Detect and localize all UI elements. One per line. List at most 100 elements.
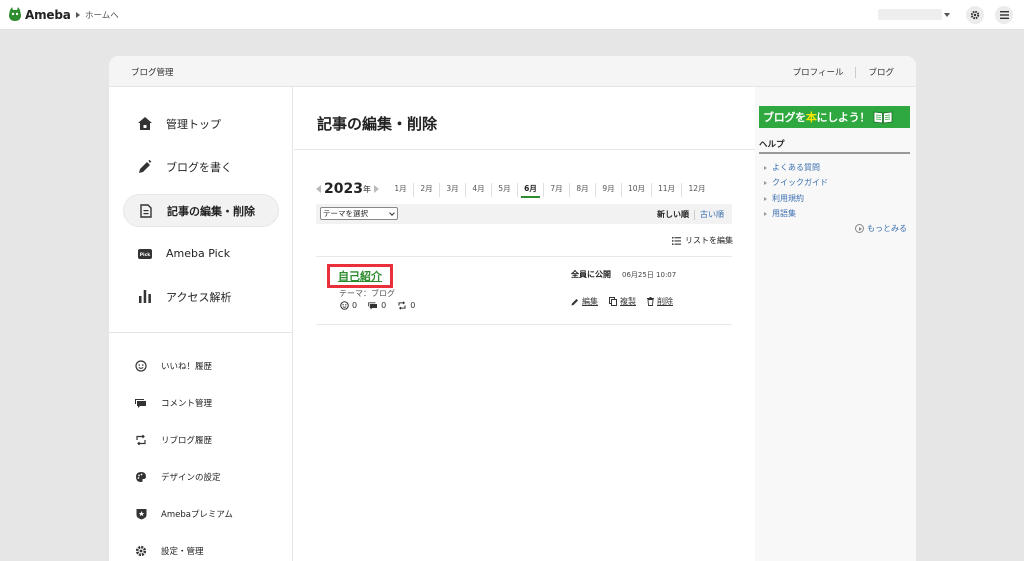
help-link-label: クイックガイド <box>772 178 828 187</box>
month-tab[interactable]: 8月 <box>570 183 596 197</box>
divider <box>109 332 293 333</box>
help-link-glossary[interactable]: 用語集 <box>764 208 796 219</box>
logo-text: Ameba <box>25 7 71 22</box>
settings-button[interactable] <box>966 6 984 24</box>
help-link-terms[interactable]: 利用規約 <box>764 193 804 204</box>
more-link-label: もっとみる <box>867 224 907 233</box>
edit-button[interactable]: 編集 <box>571 296 598 307</box>
main-content: 記事の編集・削除 2023 年 1月 2月 3月 4月 5月 6月 7月 8月 … <box>294 87 755 561</box>
month-tab[interactable]: 3月 <box>440 183 466 197</box>
chevron-down-icon <box>389 210 395 216</box>
sidebar-item-label: 記事の編集・削除 <box>167 204 255 218</box>
month-tab[interactable]: 1月 <box>388 183 414 197</box>
month-tab[interactable]: 9月 <box>596 183 622 197</box>
sidebar-item-access-analytics[interactable]: アクセス解析 <box>123 280 279 313</box>
comment-icon <box>368 301 378 310</box>
sort-oldest[interactable]: 古い順 <box>700 209 724 220</box>
month-tab[interactable]: 5月 <box>492 183 518 197</box>
sidebar-item-edit-articles[interactable]: 記事の編集・削除 <box>123 194 279 227</box>
reblog-count: 0 <box>397 301 415 310</box>
pen-icon <box>138 159 152 174</box>
sidebar-item-label: Ameba Pick <box>166 247 231 260</box>
divider <box>316 256 732 257</box>
help-link-faq[interactable]: よくある質問 <box>764 162 820 173</box>
month-tab[interactable]: 10月 <box>622 183 652 197</box>
prev-year-icon[interactable] <box>316 185 321 193</box>
home-link[interactable]: ホームへ <box>76 9 119 21</box>
reblog-icon <box>397 301 407 310</box>
next-year-icon[interactable] <box>373 185 379 193</box>
top-bar: Ameba ホームへ <box>0 0 1024 30</box>
sidebar-item-comment-management[interactable]: コメント管理 <box>135 393 212 413</box>
edit-list-label: リストを編集 <box>685 236 733 245</box>
sort-newest[interactable]: 新しい順 <box>657 209 689 220</box>
sidebar: 管理トップ ブログを書く 記事の編集・削除 Pick Ameba Pick アク… <box>109 87 293 561</box>
copy-label: 複製 <box>620 297 636 306</box>
article-stats: 0 0 0 <box>340 301 426 310</box>
trash-icon <box>647 297 654 306</box>
book-promo-banner[interactable]: ブログを本にしよう！ <box>759 106 910 128</box>
triangle-right-icon <box>764 196 767 201</box>
sidebar-item-write-blog[interactable]: ブログを書く <box>123 150 279 183</box>
article-title-link[interactable]: 自己紹介 <box>338 268 382 284</box>
sidebar-item-admin-top[interactable]: 管理トップ <box>123 107 279 140</box>
copy-button[interactable]: 複製 <box>609 296 636 307</box>
help-heading: ヘルプ <box>759 140 785 150</box>
premium-shield-icon <box>135 508 147 520</box>
sidebar-item-reblog-history[interactable]: リブログ履歴 <box>135 430 212 450</box>
year-suffix: 年 <box>362 184 371 194</box>
blog-link[interactable]: ブログ <box>868 66 894 78</box>
year-label: 2023 <box>324 181 363 197</box>
sidebar-item-design-settings[interactable]: デザインの設定 <box>135 467 221 487</box>
triangle-right-icon <box>76 12 80 18</box>
month-tab[interactable]: 7月 <box>544 183 570 197</box>
delete-button[interactable]: 削除 <box>647 296 673 307</box>
divider <box>294 149 755 150</box>
more-help-link[interactable]: もっとみる <box>855 223 907 234</box>
sidebar-item-label: 管理トップ <box>166 117 221 131</box>
sidebar-item-label: リブログ履歴 <box>161 436 213 446</box>
month-tab[interactable]: 4月 <box>466 183 492 197</box>
home-link-label: ホームへ <box>85 11 119 21</box>
profile-link[interactable]: プロフィール <box>793 66 844 78</box>
banner-text-pre: ブログを <box>763 111 806 124</box>
sidebar-item-label: コメント管理 <box>161 399 213 409</box>
sidebar-item-ameba-pick[interactable]: Pick Ameba Pick <box>123 237 279 270</box>
ameba-logo[interactable]: Ameba <box>8 7 71 22</box>
sidebar-item-like-history[interactable]: いいね！履歴 <box>135 356 212 376</box>
home-icon <box>138 117 152 131</box>
sidebar-item-label: Amebaプレミアム <box>161 510 233 520</box>
publish-status: 全員に公開 <box>571 270 611 279</box>
sort-options: 新しい順 古い順 <box>657 209 724 220</box>
reblog-count-value: 0 <box>410 301 416 310</box>
sidebar-item-label: 設定・管理 <box>161 547 204 557</box>
pencil-icon <box>571 298 579 306</box>
sidebar-item-label: アクセス解析 <box>166 290 232 304</box>
delete-label: 削除 <box>657 297 673 306</box>
month-tab[interactable]: 12月 <box>682 183 712 197</box>
caret-down-icon[interactable] <box>944 13 950 17</box>
sidebar-item-label: デザインの設定 <box>161 473 221 483</box>
gear-icon <box>970 10 980 20</box>
user-menu[interactable] <box>878 9 942 20</box>
filter-bar: テーマを選択 新しい順 古い順 <box>316 204 732 224</box>
panel-header: ブログ管理 プロフィール ブログ <box>109 56 916 87</box>
year-selector: 2023 年 <box>316 181 379 197</box>
palette-icon <box>135 471 147 483</box>
reblog-icon <box>135 434 147 446</box>
menu-button[interactable] <box>995 6 1013 24</box>
sidebar-item-ameba-premium[interactable]: Amebaプレミアム <box>135 504 233 524</box>
month-tab-active[interactable]: 6月 <box>518 183 544 198</box>
article-theme: テーマ：ブログ <box>339 289 395 298</box>
pick-icon: Pick <box>138 247 152 261</box>
banner-text-post: にしよう！ <box>816 111 871 124</box>
theme-select[interactable]: テーマを選択 <box>320 207 398 220</box>
month-tab[interactable]: 11月 <box>652 183 682 197</box>
page-title: 記事の編集・削除 <box>317 115 438 133</box>
help-link-quick-guide[interactable]: クイックガイド <box>764 177 828 188</box>
right-column: ブログを本にしよう！ ヘルプ よくある質問 クイックガイド 利用規約 用語集 も… <box>755 87 916 561</box>
edit-list-button[interactable]: リストを編集 <box>672 235 733 246</box>
sidebar-item-settings-management[interactable]: 設定・管理 <box>135 541 204 561</box>
month-tab[interactable]: 2月 <box>414 183 440 197</box>
banner-text-highlight: 本 <box>805 111 817 124</box>
